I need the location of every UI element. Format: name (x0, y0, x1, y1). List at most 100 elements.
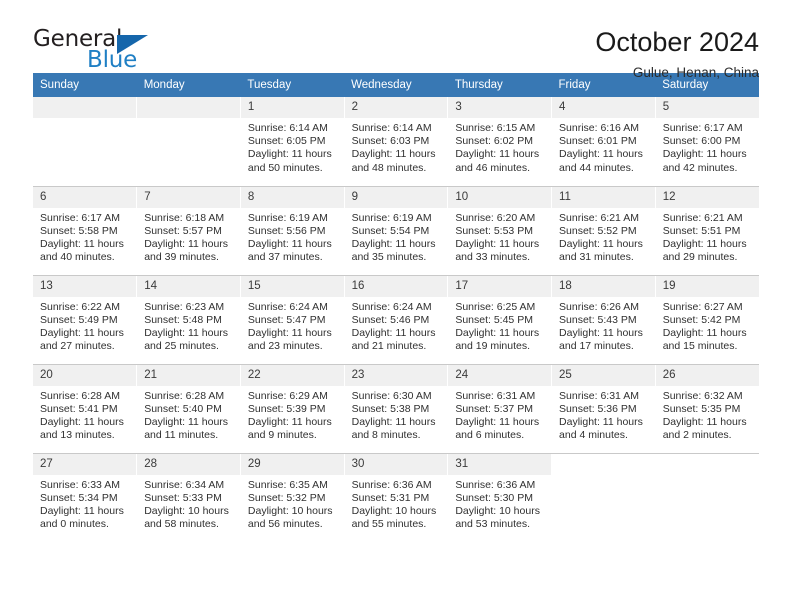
weekday-header-thursday: Thursday (447, 73, 552, 97)
calendar-day-cell[interactable]: 20 Sunrise: 6:28 AM Sunset: 5:41 PM Dayligh… (33, 364, 138, 454)
calendar-day-cell[interactable]: 24 Sunrise: 6:31 AM Sunset: 5:37 PM Dayligh… (447, 364, 553, 454)
day-cell-inner: 27 Sunrise: 6:33 AM Sunset: 5:34 PM Dayligh… (33, 453, 137, 543)
sunrise-text: Sunrise: 6:17 AM (662, 122, 743, 134)
day-number: 4 (552, 97, 655, 118)
calendar-day-cell[interactable]: 8 Sunrise: 6:19 AM Sunset: 5:56 PM Daylight… (240, 186, 345, 276)
calendar-day-cell[interactable]: 7 Sunrise: 6:18 AM Sunset: 5:57 PM Daylight… (136, 186, 241, 276)
daylight-text-line2: and 13 minutes. (40, 429, 115, 442)
day-cell-inner: 24 Sunrise: 6:31 AM Sunset: 5:37 PM Dayligh… (448, 364, 552, 453)
weekday-header-sunday: Sunday (33, 73, 137, 97)
sunrise-text: Sunrise: 6:28 AM (40, 389, 120, 402)
calendar-day-cell[interactable]: 1 Sunrise: 6:14 AM Sunset: 6:05 PM Daylight… (240, 97, 345, 187)
calendar-day-cell[interactable]: 11 Sunrise: 6:21 AM Sunset: 5:52 PM Dayligh… (551, 186, 656, 276)
calendar-day-cell[interactable] (33, 97, 138, 187)
calendar-day-cell[interactable]: 10 Sunrise: 6:20 AM Sunset: 5:53 PM Dayligh… (447, 186, 553, 276)
day-cell-inner: 28 Sunrise: 6:34 AM Sunset: 5:33 PM Dayligh… (137, 453, 240, 543)
daylight-text-line1: Daylight: 11 hours (144, 326, 229, 339)
calendar-day-cell[interactable]: 25 Sunrise: 6:31 AM Sunset: 5:36 PM Dayligh… (551, 364, 656, 454)
sunset-text: Sunset: 5:52 PM (559, 224, 637, 237)
title-block: October 2024 Gulue, Henan, China (595, 26, 759, 81)
daylight-text-line2: and 40 minutes. (40, 251, 115, 264)
day-sun-info: Sunrise: 6:31 AM Sunset: 5:36 PM Daylight:… (552, 386, 655, 443)
sunset-text: Sunset: 5:42 PM (662, 313, 741, 326)
day-sun-info: Sunrise: 6:30 AM Sunset: 5:38 PM Daylight:… (345, 386, 448, 443)
day-sun-info: Sunrise: 6:32 AM Sunset: 5:35 PM Daylight:… (656, 386, 759, 443)
calendar-day-cell[interactable]: 13 Sunrise: 6:22 AM Sunset: 5:49 PM Dayligh… (33, 275, 138, 365)
daylight-text-line2: and 11 minutes. (144, 429, 219, 442)
daylight-text-line1: Daylight: 11 hours (40, 504, 124, 517)
calendar-day-cell[interactable]: 12 Sunrise: 6:21 AM Sunset: 5:51 PM Dayligh… (655, 186, 759, 276)
sunrise-text: Sunrise: 6:33 AM (40, 478, 120, 491)
calendar-day-cell[interactable]: 17 Sunrise: 6:25 AM Sunset: 5:45 PM Dayligh… (447, 275, 553, 365)
daylight-text-line2: and 19 minutes. (455, 340, 531, 353)
daylight-text-line1: Daylight: 11 hours (351, 415, 436, 428)
calendar-day-cell[interactable]: 2 Sunrise: 6:14 AM Sunset: 6:03 PM Daylight… (344, 97, 449, 187)
day-number: 24 (448, 364, 552, 386)
day-number: 26 (655, 364, 759, 386)
calendar-day-cell[interactable]: 31 Sunrise: 6:36 AM Sunset: 5:30 PM Dayligh… (447, 453, 553, 542)
daylight-text-line2: and 39 minutes. (144, 251, 219, 264)
day-cell-inner (33, 97, 137, 186)
calendar-day-cell[interactable]: 5 Sunrise: 6:17 AM Sunset: 6:00 PM Daylight… (655, 97, 759, 187)
day-number: 5 (655, 97, 759, 118)
sunset-text: Sunset: 5:57 PM (144, 224, 222, 237)
day-number: 8 (240, 186, 344, 208)
sunrise-text: Sunrise: 6:26 AM (559, 300, 639, 313)
daylight-text-line1: Daylight: 11 hours (247, 148, 332, 161)
day-number: 7 (137, 186, 240, 208)
calendar-day-cell[interactable]: 6 Sunrise: 6:17 AM Sunset: 5:58 PM Daylight… (33, 186, 138, 276)
day-sun-info: Sunrise: 6:18 AM Sunset: 5:57 PM Daylight:… (137, 208, 240, 265)
day-number: 1 (240, 97, 344, 118)
day-cell-inner: 26 Sunrise: 6:32 AM Sunset: 5:35 PM Dayligh… (655, 364, 759, 453)
calendar-day-cell[interactable]: 16 Sunrise: 6:24 AM Sunset: 5:46 PM Dayligh… (344, 275, 449, 365)
day-number (655, 453, 759, 475)
daylight-text-line2: and 55 minutes. (351, 518, 427, 531)
daylight-text-line1: Daylight: 10 hours (247, 504, 333, 517)
daylight-text-line2: and 46 minutes. (455, 161, 531, 174)
daylight-text-line1: Daylight: 11 hours (559, 148, 643, 161)
calendar-day-cell[interactable]: 3 Sunrise: 6:15 AM Sunset: 6:02 PM Daylight… (447, 97, 553, 187)
calendar-day-cell[interactable]: 28 Sunrise: 6:34 AM Sunset: 5:33 PM Dayligh… (136, 453, 241, 543)
sunrise-text: Sunrise: 6:30 AM (351, 389, 432, 402)
daylight-text-line1: Daylight: 11 hours (559, 415, 643, 428)
calendar-day-cell[interactable]: 14 Sunrise: 6:23 AM Sunset: 5:48 PM Dayligh… (136, 275, 241, 365)
calendar-day-cell[interactable]: 29 Sunrise: 6:35 AM Sunset: 5:32 PM Dayligh… (240, 453, 345, 542)
day-cell-inner: 19 Sunrise: 6:27 AM Sunset: 5:42 PM Dayligh… (655, 275, 759, 364)
day-sun-info: Sunrise: 6:20 AM Sunset: 5:53 PM Daylight:… (448, 208, 551, 265)
sunrise-text: Sunrise: 6:25 AM (455, 300, 536, 313)
calendar-day-cell[interactable]: 19 Sunrise: 6:27 AM Sunset: 5:42 PM Dayligh… (655, 275, 759, 365)
day-number: 23 (344, 364, 448, 386)
day-sun-info: Sunrise: 6:17 AM Sunset: 5:58 PM Daylight:… (33, 208, 136, 265)
calendar-day-cell[interactable]: 23 Sunrise: 6:30 AM Sunset: 5:38 PM Dayligh… (344, 364, 449, 454)
sunrise-text: Sunrise: 6:14 AM (351, 122, 432, 134)
sunrise-text: Sunrise: 6:19 AM (247, 211, 328, 224)
day-number: 6 (33, 186, 137, 208)
calendar-day-cell[interactable] (136, 97, 241, 187)
calendar-day-cell[interactable]: 9 Sunrise: 6:19 AM Sunset: 5:54 PM Daylight… (344, 186, 449, 276)
calendar-day-cell[interactable]: 26 Sunrise: 6:32 AM Sunset: 5:35 PM Dayligh… (655, 364, 759, 454)
daylight-text-line1: Daylight: 11 hours (144, 237, 229, 250)
day-cell-inner: 22 Sunrise: 6:29 AM Sunset: 5:39 PM Dayligh… (240, 364, 344, 453)
calendar-day-cell[interactable] (655, 453, 759, 542)
sunrise-text: Sunrise: 6:17 AM (40, 211, 120, 224)
daylight-text-line1: Daylight: 11 hours (455, 326, 540, 339)
calendar-day-cell[interactable]: 18 Sunrise: 6:26 AM Sunset: 5:43 PM Dayligh… (551, 275, 656, 365)
calendar-day-cell[interactable]: 30 Sunrise: 6:36 AM Sunset: 5:31 PM Dayligh… (344, 453, 449, 542)
calendar-day-cell[interactable]: 21 Sunrise: 6:28 AM Sunset: 5:40 PM Dayligh… (136, 364, 241, 454)
sunset-text: Sunset: 5:51 PM (662, 224, 741, 237)
calendar-day-cell[interactable]: 27 Sunrise: 6:33 AM Sunset: 5:34 PM Dayligh… (33, 453, 138, 543)
day-number: 12 (655, 186, 759, 208)
calendar-day-cell[interactable] (551, 453, 656, 542)
day-cell-inner: 7 Sunrise: 6:18 AM Sunset: 5:57 PM Daylight… (137, 186, 240, 275)
calendar-day-cell[interactable]: 4 Sunrise: 6:16 AM Sunset: 6:01 PM Daylight… (551, 97, 656, 187)
calendar-day-cell[interactable]: 15 Sunrise: 6:24 AM Sunset: 5:47 PM Dayligh… (240, 275, 345, 365)
day-number: 27 (33, 453, 137, 475)
daylight-text-line2: and 8 minutes. (351, 429, 421, 442)
sunrise-text: Sunrise: 6:16 AM (559, 122, 639, 134)
weekday-header-tuesday: Tuesday (240, 73, 345, 97)
day-number: 19 (655, 275, 759, 297)
day-cell-inner: 18 Sunrise: 6:26 AM Sunset: 5:43 PM Dayligh… (552, 275, 655, 364)
day-number: 28 (137, 453, 240, 475)
daylight-text-line1: Daylight: 11 hours (351, 148, 436, 161)
calendar-day-cell[interactable]: 22 Sunrise: 6:29 AM Sunset: 5:39 PM Dayligh… (240, 364, 345, 454)
